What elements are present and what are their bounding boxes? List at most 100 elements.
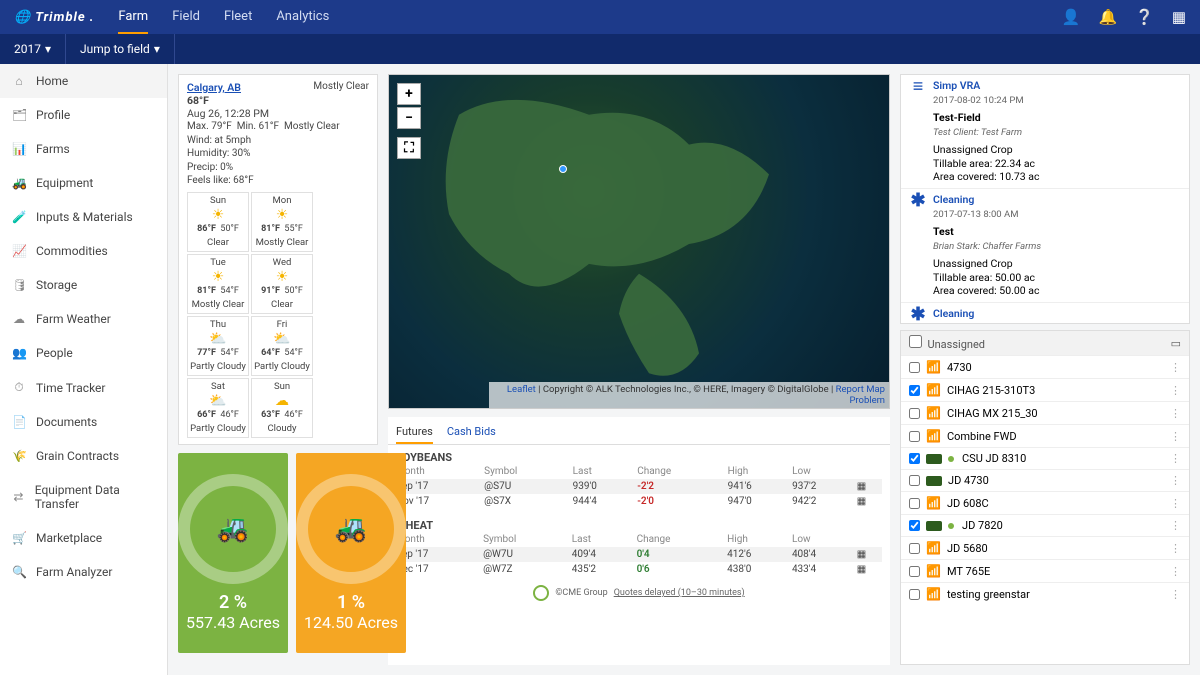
weather-location-link[interactable]: Calgary, AB <box>187 81 241 94</box>
row-action-icon[interactable]: ▦ <box>857 479 882 494</box>
sidebar-icon: 🚜 <box>12 176 26 190</box>
sidebar-icon: 🧪 <box>12 210 26 224</box>
feed-entry[interactable]: ✱Cleaning2017-07-13 8:00 AM <box>901 303 1189 324</box>
leaflet-link[interactable]: Leaflet <box>507 384 536 395</box>
map-zoom-out-button[interactable]: − <box>397 107 421 129</box>
map[interactable]: + − ⛶ Leaflet | Copyright © ALK Technolo… <box>388 74 890 409</box>
top-tab-farm[interactable]: Farm <box>118 1 148 34</box>
sidebar-icon: 🗂 <box>12 108 26 122</box>
map-zoom-in-button[interactable]: + <box>397 83 421 105</box>
top-tab-field[interactable]: Field <box>172 1 200 34</box>
futures-panel: FuturesCash Bids SOYBEANSMonthSymbolLast… <box>388 417 890 665</box>
sidebar-item-documents[interactable]: 📄Documents <box>0 405 167 439</box>
fleet-checkbox[interactable] <box>909 453 920 464</box>
row-menu-icon[interactable]: ⋮ <box>1170 361 1181 374</box>
sidebar-icon: 📊 <box>12 142 26 156</box>
sidebar-item-grain-contracts[interactable]: 🌾Grain Contracts <box>0 439 167 473</box>
fleet-row[interactable]: CSU JD 8310⋮ <box>901 447 1189 469</box>
fleet-row[interactable]: 📶Combine FWD⋮ <box>901 424 1189 447</box>
row-action-icon[interactable]: ▦ <box>857 547 882 562</box>
row-menu-icon[interactable]: ⋮ <box>1170 452 1181 465</box>
row-menu-icon[interactable]: ⋮ <box>1170 474 1181 487</box>
fleet-checkbox[interactable] <box>909 362 920 373</box>
sidebar-item-commodities[interactable]: 📈Commodities <box>0 234 167 268</box>
sidebar-item-equipment[interactable]: 🚜Equipment <box>0 166 167 200</box>
futures-tab-cash-bids[interactable]: Cash Bids <box>447 421 496 444</box>
harvest-tile-green[interactable]: 🚜2 %557.43 Acres <box>178 453 288 653</box>
sidebar-item-time-tracker[interactable]: ⏱Time Tracker <box>0 370 167 405</box>
row-menu-icon[interactable]: ⋮ <box>1170 384 1181 397</box>
row-menu-icon[interactable]: ⋮ <box>1170 565 1181 578</box>
forecast-day: Fri⛅64°F 54°FPartly Cloudy <box>251 316 313 376</box>
fleet-checkbox[interactable] <box>909 431 920 442</box>
feed-covered: Area covered: 10.73 ac <box>933 170 1039 183</box>
fleet-panel: Unassigned ▭ 📶4730⋮📶CIHAG 215-310T3⋮📶CIH… <box>900 330 1190 665</box>
fleet-checkbox[interactable] <box>909 589 920 600</box>
help-icon[interactable]: ❔ <box>1135 8 1154 26</box>
row-menu-icon[interactable]: ⋮ <box>1170 542 1181 555</box>
jump-to-field-dropdown[interactable]: Jump to field ▾ <box>66 34 175 64</box>
row-menu-icon[interactable]: ⋮ <box>1170 588 1181 601</box>
bell-icon[interactable]: 🔔 <box>1098 8 1117 26</box>
fleet-name: JD 5680 <box>947 542 988 555</box>
user-icon[interactable]: 👤 <box>1062 8 1081 26</box>
futures-col: Low <box>792 464 857 479</box>
fleet-row[interactable]: 📶4730⋮ <box>901 355 1189 378</box>
apps-icon[interactable]: ▦ <box>1172 8 1186 26</box>
fleet-checkbox[interactable] <box>909 408 920 419</box>
harvest-tile-orange[interactable]: 🚜1 %124.50 Acres <box>296 453 406 653</box>
quote-delay-link[interactable]: Quotes delayed (10–30 minutes) <box>614 588 745 598</box>
forecast-day: Wed☀91°F 50°FClear <box>251 254 313 314</box>
tile-percent: 1 % <box>337 592 365 613</box>
feed-entry[interactable]: ✱Cleaning2017-07-13 8:00 AMTestBrian Sta… <box>901 189 1189 303</box>
feed-tillable: Tillable area: 50.00 ac <box>933 271 1035 284</box>
fleet-checkbox[interactable] <box>909 543 920 554</box>
fleet-row[interactable]: 📶CIHAG MX 215_30⋮ <box>901 401 1189 424</box>
row-menu-icon[interactable]: ⋮ <box>1170 407 1181 420</box>
sidebar-item-profile[interactable]: 🗂Profile <box>0 98 167 132</box>
top-tab-fleet[interactable]: Fleet <box>224 1 252 34</box>
row-menu-icon[interactable]: ⋮ <box>1170 430 1181 443</box>
futures-tab-futures[interactable]: Futures <box>396 421 433 444</box>
row-menu-icon[interactable]: ⋮ <box>1170 497 1181 510</box>
feed-crop: Unassigned Crop <box>933 257 1013 270</box>
sidebar-item-farm-weather[interactable]: ☁Farm Weather <box>0 302 167 336</box>
fleet-name: testing greenstar <box>947 588 1030 601</box>
fleet-row[interactable]: 📶MT 765E⋮ <box>901 559 1189 582</box>
sidebar-item-home[interactable]: ⌂Home <box>0 64 167 98</box>
feed-entry[interactable]: ≡Simp VRA2017-08-02 10:24 PMTest-FieldTe… <box>901 75 1189 189</box>
fleet-row[interactable]: 📶JD 608C⋮ <box>901 491 1189 514</box>
sidebar-icon: 🌾 <box>12 449 26 463</box>
fleet-checkbox[interactable] <box>909 385 920 396</box>
sidebar-item-farm-analyzer[interactable]: 🔍Farm Analyzer <box>0 555 167 589</box>
fleet-row[interactable]: JD 7820⋮ <box>901 514 1189 536</box>
sidebar-item-storage[interactable]: 🛢Storage <box>0 268 167 302</box>
row-action-icon[interactable]: ▦ <box>857 562 882 577</box>
fleet-checkbox[interactable] <box>909 520 920 531</box>
year-dropdown[interactable]: 2017 ▾ <box>0 34 66 64</box>
row-action-icon[interactable]: ▦ <box>857 494 882 509</box>
feed-covered: Area covered: 50.00 ac <box>933 284 1039 297</box>
sidebar-item-marketplace[interactable]: 🛒Marketplace <box>0 521 167 555</box>
fleet-row[interactable]: 📶testing greenstar⋮ <box>901 582 1189 605</box>
sidebar-item-equipment-data-transfer[interactable]: ⇄Equipment Data Transfer <box>0 473 167 521</box>
fleet-row[interactable]: 📶CIHAG 215-310T3⋮ <box>901 378 1189 401</box>
fleet-checkbox[interactable] <box>909 475 920 486</box>
top-tab-analytics[interactable]: Analytics <box>276 1 329 34</box>
signal-tower-icon: 📶 <box>926 360 941 374</box>
map-fullscreen-button[interactable]: ⛶ <box>397 137 421 159</box>
fleet-checkbox[interactable] <box>909 566 920 577</box>
report-map-link[interactable]: Report Map Problem <box>836 384 885 406</box>
futures-table: MonthSymbolLastChangeHighLowSep '17@S7U9… <box>396 464 882 509</box>
map-marker[interactable] <box>559 165 567 173</box>
commodity-heading: WHEAT <box>396 519 882 532</box>
sidebar-item-people[interactable]: 👥People <box>0 336 167 370</box>
fleet-collapse-icon[interactable]: ▭ <box>1171 337 1181 350</box>
fleet-row[interactable]: 📶JD 5680⋮ <box>901 536 1189 559</box>
row-menu-icon[interactable]: ⋮ <box>1170 519 1181 532</box>
sidebar-item-inputs-materials[interactable]: 🧪Inputs & Materials <box>0 200 167 234</box>
fleet-select-all[interactable] <box>909 335 922 348</box>
fleet-checkbox[interactable] <box>909 498 920 509</box>
sidebar-item-farms[interactable]: 📊Farms <box>0 132 167 166</box>
fleet-row[interactable]: JD 4730⋮ <box>901 469 1189 491</box>
